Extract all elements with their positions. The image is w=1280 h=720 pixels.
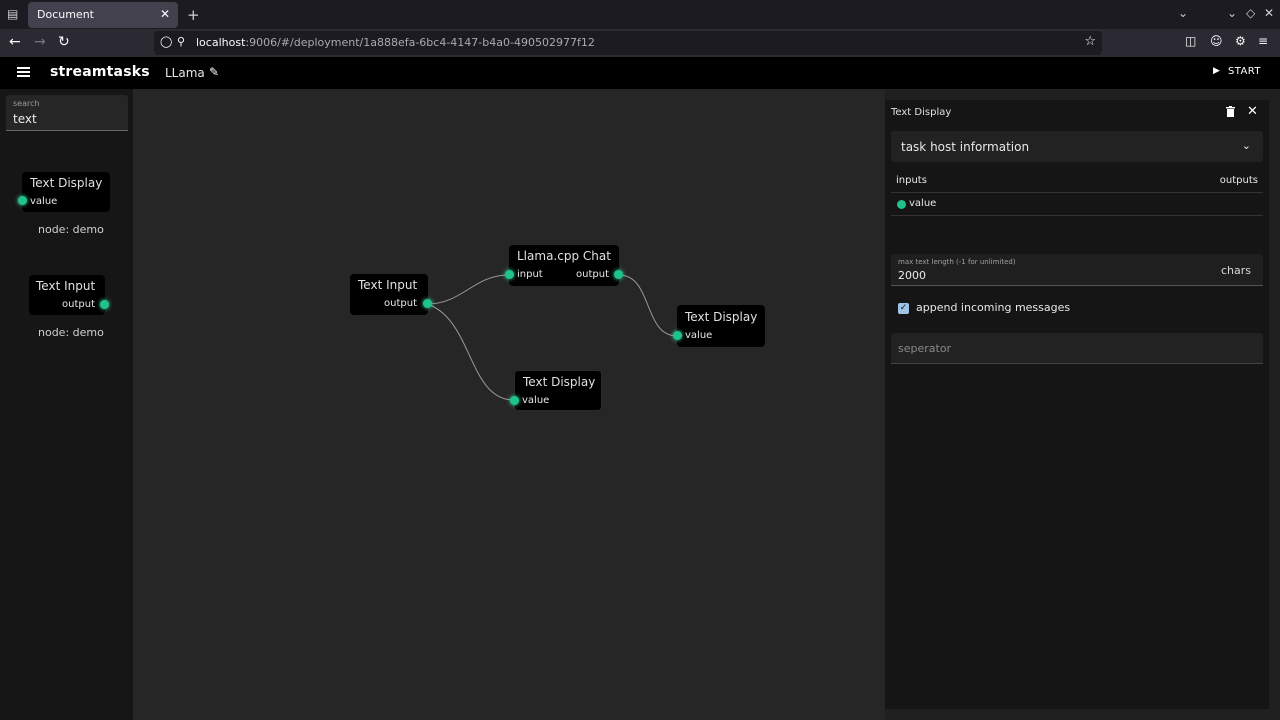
url-host: localhost (196, 36, 246, 49)
outputs-heading: outputs (1219, 175, 1258, 186)
start-button[interactable]: ▶ START (1205, 61, 1271, 85)
input-port[interactable] (18, 196, 27, 205)
node-properties-panel: Text Display ✕ task host information ⌄ i… (885, 100, 1269, 709)
forward-icon[interactable]: → (34, 34, 46, 50)
flow-canvas[interactable]: Text Input output Llama.cpp Chat input o… (133, 89, 885, 720)
minimize-icon[interactable]: ⌄ (1227, 6, 1237, 20)
url-path: :9006/#/deployment/1a888efa-6bc4-4147-b4… (245, 36, 595, 49)
page-info-icon[interactable]: ⚲ (177, 35, 185, 48)
tab-list-icon[interactable]: ▤ (7, 7, 18, 21)
separator-placeholder: seperator (898, 342, 952, 355)
chars-unit: chars (1220, 264, 1251, 277)
inputs-heading: inputs (896, 175, 927, 186)
pencil-edit-icon[interactable]: ✎ (209, 65, 219, 79)
node-text-display-selected[interactable]: Text Display value (510, 370, 602, 411)
new-tab-icon[interactable]: + (187, 6, 200, 24)
search-value: text (13, 112, 37, 126)
port-label: output (576, 269, 609, 280)
search-label: search (13, 99, 40, 108)
browser-tab-bar: ▤ Document ✕ + ⌄ ⌄ ◇ ✕ (0, 0, 1280, 29)
hamburger-menu-icon[interactable] (17, 67, 30, 77)
output-port[interactable] (100, 300, 109, 309)
node-title: Text Display (685, 310, 758, 324)
input-port[interactable] (510, 396, 519, 405)
account-icon[interactable]: ☺ (1210, 34, 1223, 48)
separator-input[interactable]: seperator (891, 333, 1263, 364)
close-icon[interactable]: ✕ (1247, 104, 1258, 119)
node-llama-chat[interactable]: Llama.cpp Chat input output (505, 245, 623, 286)
browser-nav-bar: ← → ↻ ◯ ⚲ localhost:9006/#/deployment/1a… (0, 29, 1280, 57)
max-text-length-field[interactable]: max text length (-1 for unlimited) 2000 … (891, 254, 1263, 286)
panel-title: Text Display (891, 107, 952, 118)
bookmark-star-icon[interactable]: ☆ (1084, 34, 1096, 49)
menu-icon[interactable]: ≡ (1258, 34, 1268, 48)
port-dot-icon (897, 200, 906, 209)
start-label: START (1228, 66, 1261, 77)
port-label: value (30, 196, 58, 207)
trash-icon[interactable] (1226, 106, 1235, 117)
palette-node-text-display[interactable]: Text Display value (18, 172, 110, 212)
pocket-icon[interactable]: ◫ (1185, 34, 1196, 48)
search-input[interactable]: search text (6, 95, 128, 131)
node-text-display[interactable]: Text Display value (673, 305, 765, 347)
node-host-label: node: demo (38, 326, 104, 339)
port-label: input (517, 269, 543, 280)
input-port[interactable] (505, 270, 514, 279)
node-title: Text Input (36, 279, 96, 293)
port-label: value (685, 330, 713, 341)
wire-textinput-llama (426, 274, 510, 305)
palette-node-text-input[interactable]: Text Input output (29, 275, 109, 315)
io-header: inputs outputs (891, 175, 1263, 193)
back-icon[interactable]: ← (9, 34, 21, 50)
app-header: streamtasks LLama ✎ ▶ START (0, 57, 1280, 89)
window-close-icon[interactable]: ✕ (1264, 6, 1274, 20)
tab-title: Document (37, 8, 94, 21)
play-icon: ▶ (1213, 66, 1220, 76)
node-title: Llama.cpp Chat (517, 249, 611, 263)
tab-overflow-icon[interactable]: ⌄ (1178, 6, 1188, 20)
port-label: output (62, 299, 95, 310)
node-text-input[interactable]: Text Input output (350, 274, 432, 315)
brand-title: streamtasks (50, 64, 150, 80)
append-messages-label: append incoming messages (916, 301, 1071, 314)
node-host-label: node: demo (38, 223, 104, 236)
output-port[interactable] (614, 270, 623, 279)
node-title: Text Display (30, 176, 103, 190)
max-text-length-value: 2000 (898, 269, 926, 282)
max-text-length-label: max text length (-1 for unlimited) (898, 258, 1016, 266)
append-messages-checkbox[interactable]: ✓ (898, 303, 909, 314)
wire-textinput-display (426, 303, 515, 401)
connection-wires (426, 274, 678, 401)
extensions-icon[interactable]: ⚙ (1235, 34, 1246, 48)
port-label: value (522, 395, 550, 406)
port-label: output (384, 298, 417, 309)
task-palette-sidebar: search text Text Display value node: dem… (0, 89, 133, 720)
node-title: Text Display (523, 375, 596, 389)
url-bar[interactable]: ◯ ⚲ localhost:9006/#/deployment/1a888efa… (154, 31, 1102, 55)
task-host-accordion[interactable]: task host information ⌄ (891, 131, 1263, 162)
project-name: LLama (165, 66, 205, 80)
node-title: Text Input (358, 278, 418, 292)
reload-icon[interactable]: ↻ (58, 34, 70, 50)
accordion-title: task host information (901, 140, 1030, 154)
browser-tab[interactable]: Document ✕ (28, 2, 178, 28)
tab-close-icon[interactable]: ✕ (160, 7, 170, 21)
maximize-icon[interactable]: ◇ (1246, 6, 1255, 20)
input-port[interactable] (673, 331, 682, 340)
shield-icon[interactable]: ◯ (160, 35, 172, 48)
output-port[interactable] (423, 299, 432, 308)
input-port-row: value (891, 196, 1263, 216)
input-port-name: value (909, 198, 937, 209)
chevron-down-icon: ⌄ (1241, 139, 1251, 152)
wire-llama-display (618, 274, 678, 337)
